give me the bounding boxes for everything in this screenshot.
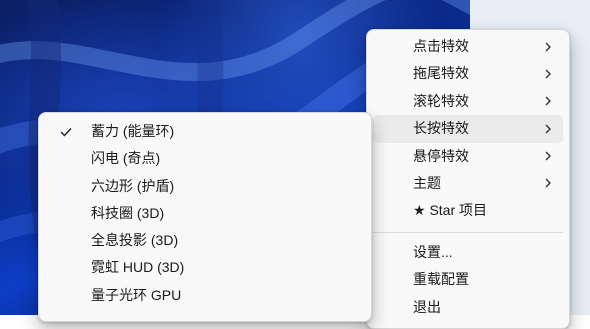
menu-item-label: 长按特效 bbox=[413, 120, 469, 137]
submenu-item-label: 全息投影 (3D) bbox=[91, 232, 179, 249]
menu-item-hover-effects[interactable]: 悬停特效 bbox=[373, 143, 563, 170]
submenu-item-label: 六边形 (护盾) bbox=[91, 177, 175, 194]
submenu-item-label: 量子光环 GPU bbox=[91, 286, 182, 303]
menu-item-label: 悬停特效 bbox=[413, 147, 469, 164]
menu-item-star-project[interactable]: ★ Star 项目 bbox=[373, 197, 563, 224]
chevron-right-icon bbox=[543, 33, 553, 60]
menu-item-trail-effects[interactable]: 拖尾特效 bbox=[373, 60, 563, 87]
long-press-submenu: 蓄力 (能量环) 闪电 (奇点) 六边形 (护盾) 科技圈 (3D) 全息投影 … bbox=[38, 112, 372, 322]
submenu-item-hexagon-shield[interactable]: 六边形 (护盾) bbox=[45, 173, 365, 200]
submenu-item-label: 蓄力 (能量环) bbox=[91, 123, 175, 139]
menu-item-label: 主题 bbox=[413, 174, 441, 191]
submenu-item-tech-circle-3d[interactable]: 科技圈 (3D) bbox=[45, 200, 365, 227]
menu-item-theme[interactable]: 主题 bbox=[373, 170, 563, 197]
menu-separator bbox=[373, 231, 563, 233]
menu-item-label: 拖尾特效 bbox=[413, 65, 469, 82]
menu-item-label: 设置... bbox=[413, 243, 453, 260]
submenu-item-lightning-singularity[interactable]: 闪电 (奇点) bbox=[45, 145, 365, 172]
menu-item-label: 点击特效 bbox=[413, 38, 469, 54]
submenu-item-label: 闪电 (奇点) bbox=[91, 150, 161, 167]
submenu-item-hologram-3d[interactable]: 全息投影 (3D) bbox=[45, 227, 365, 254]
menu-item-long-press-effects[interactable]: 长按特效 bbox=[373, 115, 563, 143]
submenu-item-label: 霓虹 HUD (3D) bbox=[91, 259, 185, 276]
menu-item-reload-config[interactable]: 重载配置 bbox=[373, 266, 563, 293]
checkmark-icon bbox=[59, 118, 73, 145]
menu-item-label: 重载配置 bbox=[413, 271, 469, 288]
menu-item-label: 退出 bbox=[413, 298, 441, 315]
menu-item-scroll-effects[interactable]: 滚轮特效 bbox=[373, 88, 563, 115]
menu-item-settings[interactable]: 设置... bbox=[373, 239, 563, 266]
chevron-right-icon bbox=[543, 88, 553, 115]
tray-context-menu: 点击特效 拖尾特效 滚轮特效 长按特效 悬停特效 主题 ★ Star 项目 设置… bbox=[366, 29, 570, 329]
chevron-right-icon bbox=[543, 143, 553, 170]
menu-item-click-effects[interactable]: 点击特效 bbox=[373, 33, 563, 60]
menu-item-exit[interactable]: 退出 bbox=[373, 294, 563, 321]
chevron-right-icon bbox=[543, 170, 553, 197]
submenu-item-label: 科技圈 (3D) bbox=[91, 204, 165, 221]
submenu-item-quantum-halo-gpu[interactable]: 量子光环 GPU bbox=[45, 282, 365, 309]
menu-item-label: ★ Star 项目 bbox=[413, 202, 488, 219]
submenu-item-charge-energy-ring[interactable]: 蓄力 (能量环) bbox=[45, 118, 365, 145]
chevron-right-icon bbox=[543, 115, 553, 142]
submenu-item-neon-hud-3d[interactable]: 霓虹 HUD (3D) bbox=[45, 254, 365, 281]
chevron-right-icon bbox=[543, 60, 553, 87]
menu-item-label: 滚轮特效 bbox=[413, 92, 469, 109]
